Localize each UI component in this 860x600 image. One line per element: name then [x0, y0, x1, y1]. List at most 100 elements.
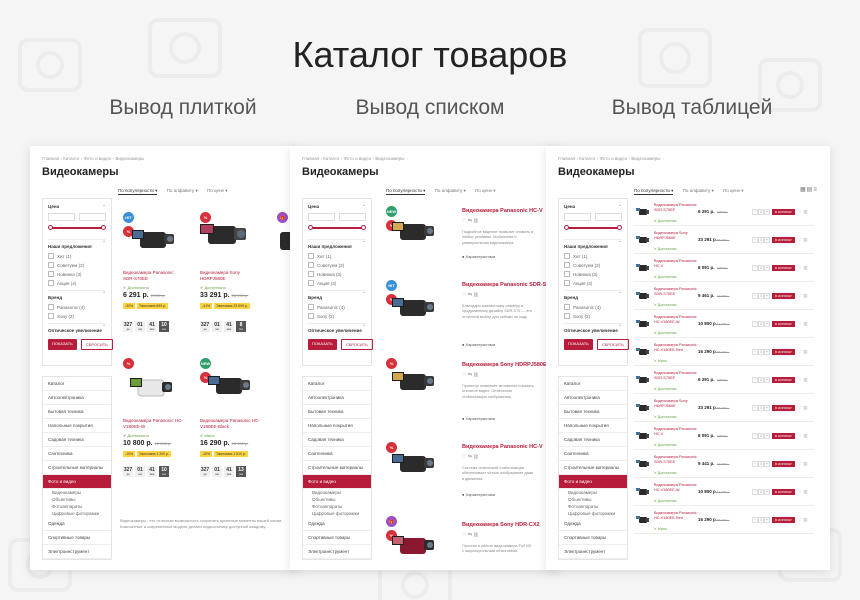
quantity-stepper[interactable]: −1 +	[752, 377, 770, 383]
product-name[interactable]: Видеокамера Panasonic HC-V180EE-W	[123, 418, 185, 430]
show-button[interactable]: ПОКАЗАТЬ	[308, 339, 337, 350]
catalog-item[interactable]: Спортивные товары	[43, 531, 111, 545]
catalog-item[interactable]: Бытовая техника	[559, 405, 627, 419]
catalog-item[interactable]: Автоэлектроника	[559, 391, 627, 405]
price-slider[interactable]	[564, 225, 622, 231]
add-to-cart-button[interactable]: В КОРЗИНУ	[772, 349, 795, 355]
camcorder-image[interactable]	[390, 212, 438, 252]
product-name[interactable]: Видеокамера Panasonic SDR-S70EE	[654, 455, 698, 465]
product-name[interactable]: Видеокамера Sony HDRPJ580E	[200, 270, 262, 282]
filter-checkbox[interactable]: Новинка (3)	[564, 271, 622, 277]
camcorder-image[interactable]	[390, 444, 438, 484]
plus-button[interactable]: +	[764, 489, 770, 495]
catalog-item[interactable]: Автоэлектроника	[303, 391, 371, 405]
filter-checkbox[interactable]: Хит (1)	[48, 253, 106, 259]
catalog-item[interactable]: Электроинструмент	[43, 545, 111, 559]
price-max-input[interactable]	[339, 213, 366, 221]
filter-checkbox[interactable]: Panasonic (4)	[308, 304, 366, 310]
catalog-item-active[interactable]: Фото и видео	[303, 475, 371, 489]
price-min-input[interactable]	[308, 213, 335, 221]
quantity-stepper[interactable]: −1 +	[752, 489, 770, 495]
catalog-item[interactable]: Напольные покрытия	[303, 419, 371, 433]
filter-brand-label[interactable]: Бренд	[48, 290, 106, 300]
product-actions[interactable]: ♡ ⇆ ▥	[462, 454, 478, 460]
plus-button[interactable]: +	[764, 265, 770, 271]
product-name[interactable]: Видеокамера Sony HDRPJ580E	[462, 362, 547, 368]
catalog-item[interactable]: Спортивные товары	[303, 531, 371, 545]
slider-handle-min[interactable]	[48, 225, 53, 230]
sort-alphabet[interactable]: По алфавиту ▾	[167, 188, 198, 194]
plus-button[interactable]: +	[764, 209, 770, 215]
price-slider[interactable]	[308, 225, 366, 231]
product-name[interactable]: Видеокамера Sony HDRPJ580E	[654, 399, 698, 409]
catalog-item-active[interactable]: Фото и видео	[559, 475, 627, 489]
slider-handle-max[interactable]	[361, 225, 366, 230]
catalog-item[interactable]: Одежда	[303, 517, 371, 531]
price-slider[interactable]	[48, 225, 106, 231]
plus-button[interactable]: +	[764, 377, 770, 383]
catalog-subitem[interactable]: Видеокамеры	[559, 489, 627, 496]
catalog-item[interactable]: Сантехника	[559, 447, 627, 461]
quantity-stepper[interactable]: −1 +	[752, 321, 770, 327]
filter-brand-label[interactable]: Бренд	[564, 290, 622, 300]
product-actions[interactable]: ♡ ▥	[798, 461, 808, 467]
filter-zoom-label[interactable]: Оптическое увеличение	[564, 323, 622, 333]
product-actions[interactable]: ♡ ▥	[798, 377, 808, 383]
quantity-stepper[interactable]: −1 +	[752, 265, 770, 271]
quantity-stepper[interactable]: −1 +	[752, 517, 770, 523]
product-name[interactable]: Видеокамера Sony HDR-CX2	[462, 522, 540, 528]
add-to-cart-button[interactable]: В КОРЗИНУ	[772, 321, 795, 327]
camcorder-image[interactable]	[130, 220, 178, 260]
product-name[interactable]: Видеокамера Panasonic HC-V180EE-W	[654, 315, 698, 325]
plus-button[interactable]: +	[764, 433, 770, 439]
sort-popularity[interactable]: По популярности ▾	[634, 188, 674, 195]
product-name[interactable]: Видеокамера Panasonic SDR-S70EE	[123, 270, 185, 282]
catalog-item[interactable]: Спортивные товары	[559, 531, 627, 545]
show-button[interactable]: ПОКАЗАТЬ	[564, 339, 593, 350]
plus-button[interactable]: +	[764, 237, 770, 243]
catalog-item[interactable]: Сантехника	[303, 447, 371, 461]
add-to-cart-button[interactable]: В КОРЗИНУ	[772, 517, 795, 523]
catalog-item[interactable]: Строительные материалы	[43, 461, 111, 475]
reset-button[interactable]: СБРОСИТЬ	[596, 339, 629, 350]
product-name[interactable]: Видеокамера Sony HDRPJ580E	[654, 231, 698, 241]
price-min-input[interactable]	[564, 213, 591, 221]
catalog-item[interactable]: Одежда	[43, 517, 111, 531]
view-switcher-icons[interactable]: ▦▤≡	[800, 186, 818, 193]
camcorder-thumbnail[interactable]	[636, 234, 650, 246]
filter-checkbox[interactable]: Sony (2)	[308, 313, 366, 319]
quantity-stepper[interactable]: −1 +	[752, 461, 770, 467]
catalog-subitem[interactable]: Фотоаппараты	[559, 503, 627, 510]
filter-checkbox[interactable]: Panasonic (4)	[48, 304, 106, 310]
catalog-item[interactable]: Бытовая техника	[303, 405, 371, 419]
product-name[interactable]: Видеокамера Panasonic HC-V	[462, 444, 543, 450]
product-name[interactable]: Видеокамера Panasonic HC-V180EE-Red	[654, 511, 698, 521]
catalog-subitem[interactable]: Фотоаппараты	[43, 503, 111, 510]
catalog-subitem[interactable]: Цифровые фоторамки	[559, 510, 627, 517]
reset-button[interactable]: СБРОСИТЬ	[340, 339, 373, 350]
product-actions[interactable]: ♡ ▥	[798, 349, 808, 355]
quantity-stepper[interactable]: −1 +	[752, 237, 770, 243]
camcorder-thumbnail[interactable]	[636, 206, 650, 218]
catalog-item[interactable]: Садовая техника	[303, 433, 371, 447]
product-name[interactable]: Видеокамера Panasonic HC-V180EE-Black	[200, 418, 262, 430]
price-min-input[interactable]	[48, 213, 75, 221]
catalog-subitem[interactable]: Фотоаппараты	[303, 503, 371, 510]
catalog-subitem[interactable]: Видеокамеры	[43, 489, 111, 496]
camcorder-thumbnail[interactable]	[636, 458, 650, 470]
filter-zoom-label[interactable]: Оптическое увеличение	[48, 323, 106, 333]
slider-handle-max[interactable]	[101, 225, 106, 230]
quantity-stepper[interactable]: −1 +	[752, 209, 770, 215]
camcorder-thumbnail[interactable]	[636, 402, 650, 414]
filter-checkbox[interactable]: Хит (1)	[564, 253, 622, 259]
product-name[interactable]: Видеокамера Panasonic HC-V	[654, 427, 698, 437]
quantity-stepper[interactable]: −1 +	[752, 293, 770, 299]
filter-price-label[interactable]: Цена	[48, 204, 106, 210]
characteristics-link[interactable]: Характеристики	[462, 416, 496, 421]
catalog-subitem[interactable]: Цифровые фоторамки	[303, 510, 371, 517]
camcorder-image[interactable]	[128, 368, 176, 408]
filter-zoom-label[interactable]: Оптическое увеличение	[308, 323, 366, 333]
camcorder-image[interactable]	[206, 366, 254, 406]
filter-stores-label[interactable]: Наши предложения	[564, 239, 622, 249]
filter-checkbox[interactable]: Советуем (2)	[564, 262, 622, 268]
